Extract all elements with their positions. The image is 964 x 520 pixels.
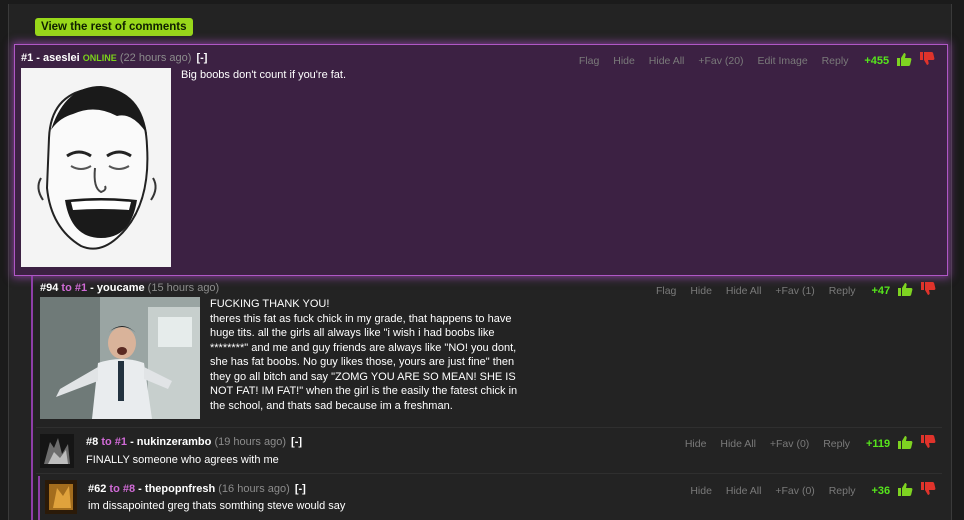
collapse-toggle[interactable]: [-] [291,436,302,448]
comment-actions: Flag Hide Hide All +Fav (1) Reply +47 [645,282,936,297]
fav-link[interactable]: +Fav (0) [775,485,814,497]
comment-text: Big boobs don't count if you're fat. [181,69,347,81]
thumbs-down-icon[interactable] [920,282,936,296]
view-rest-of-comments-button[interactable]: View the rest of comments [35,18,193,36]
hide-all-link[interactable]: Hide All [649,55,685,67]
comment-header: #94 to #1 - youcame (15 hours ago) [40,282,220,294]
comment-username[interactable]: thepopnfresh [145,483,215,495]
thumbs-down-icon[interactable] [920,435,936,449]
comment-username[interactable]: aseslei [43,52,80,64]
comment-number[interactable]: #62 [88,483,106,495]
comment-text: FINALLY someone who agrees with me [86,454,279,466]
reply-to-word: to [109,483,120,495]
comment-text: im dissapointed greg thats somthing stev… [88,500,346,512]
comment-timestamp: (19 hours ago) [214,436,286,448]
hide-link[interactable]: Hide [685,438,707,450]
hide-all-link[interactable]: Hide All [720,438,756,450]
hide-link[interactable]: Hide [690,485,712,497]
thumbs-up-icon[interactable] [897,282,913,296]
comment-score: +36 [871,485,891,497]
thumbs-up-icon[interactable] [897,482,913,496]
hide-all-link[interactable]: Hide All [726,285,762,297]
hide-link[interactable]: Hide [690,285,712,297]
reply-link[interactable]: Reply [829,485,856,497]
fav-link[interactable]: +Fav (20) [698,55,743,67]
comment-actions: Hide Hide All +Fav (0) Reply +119 [674,435,936,450]
comment-username[interactable]: youcame [97,282,145,294]
flag-link[interactable]: Flag [579,55,599,67]
reply-link[interactable]: Reply [823,438,850,450]
reply-thread-line [38,476,40,520]
comment-number[interactable]: #1 [21,52,33,64]
comment-timestamp: (16 hours ago) [218,483,290,495]
fav-link[interactable]: +Fav (0) [770,438,809,450]
hide-link[interactable]: Hide [613,55,635,67]
comment-actions: Hide Hide All +Fav (0) Reply +36 [679,482,936,497]
comment-actions: Flag Hide Hide All +Fav (20) Edit Image … [568,52,935,67]
comment-highlighted: #1 - aseslei ONLINE (22 hours ago) [-] F… [14,44,948,276]
edit-image-link[interactable]: Edit Image [757,55,807,67]
thumbs-down-icon[interactable] [920,482,936,496]
reply-to-word: to [61,282,72,294]
comment-score: +47 [871,285,891,297]
online-badge: ONLINE [82,53,117,63]
divider [36,473,942,474]
comment-username[interactable]: nukinzerambo [137,436,212,448]
user-avatar-rage-face[interactable] [21,68,171,267]
user-avatar-photo[interactable] [40,297,200,419]
hide-all-link[interactable]: Hide All [726,485,762,497]
thumbs-down-icon[interactable] [919,52,935,66]
user-avatar-small[interactable] [45,480,77,514]
comment-number[interactable]: #8 [86,436,98,448]
comment-header: #8 to #1 - nukinzerambo (19 hours ago) [… [86,436,303,448]
reply-to-number[interactable]: #1 [75,282,87,294]
reply-link[interactable]: Reply [829,285,856,297]
divider [36,427,942,428]
user-avatar-small[interactable] [40,434,74,468]
comment-header: #62 to #8 - thepopnfresh (16 hours ago) … [88,483,306,495]
comment-number[interactable]: #94 [40,282,58,294]
reply-to-number[interactable]: #1 [115,436,127,448]
reply-link[interactable]: Reply [822,55,849,67]
comment-score: +119 [865,438,891,450]
reply-to-word: to [101,436,112,448]
comment-header: #1 - aseslei ONLINE (22 hours ago) [-] [21,52,208,64]
comment-timestamp: (15 hours ago) [147,282,220,294]
thumbs-up-icon[interactable] [897,435,913,449]
collapse-toggle[interactable]: [-] [295,483,306,495]
flag-link[interactable]: Flag [656,285,676,297]
collapse-toggle[interactable]: [-] [196,52,207,64]
reply-thread-line [31,276,33,520]
comment-text: FUCKING THANK YOU! theres this fat as fu… [210,298,518,412]
comment-timestamp: (22 hours ago) [119,52,192,64]
comment-score: +455 [864,55,890,67]
thumbs-up-icon[interactable] [896,52,912,66]
fav-link[interactable]: +Fav (1) [775,285,814,297]
reply-to-number[interactable]: #8 [123,483,135,495]
